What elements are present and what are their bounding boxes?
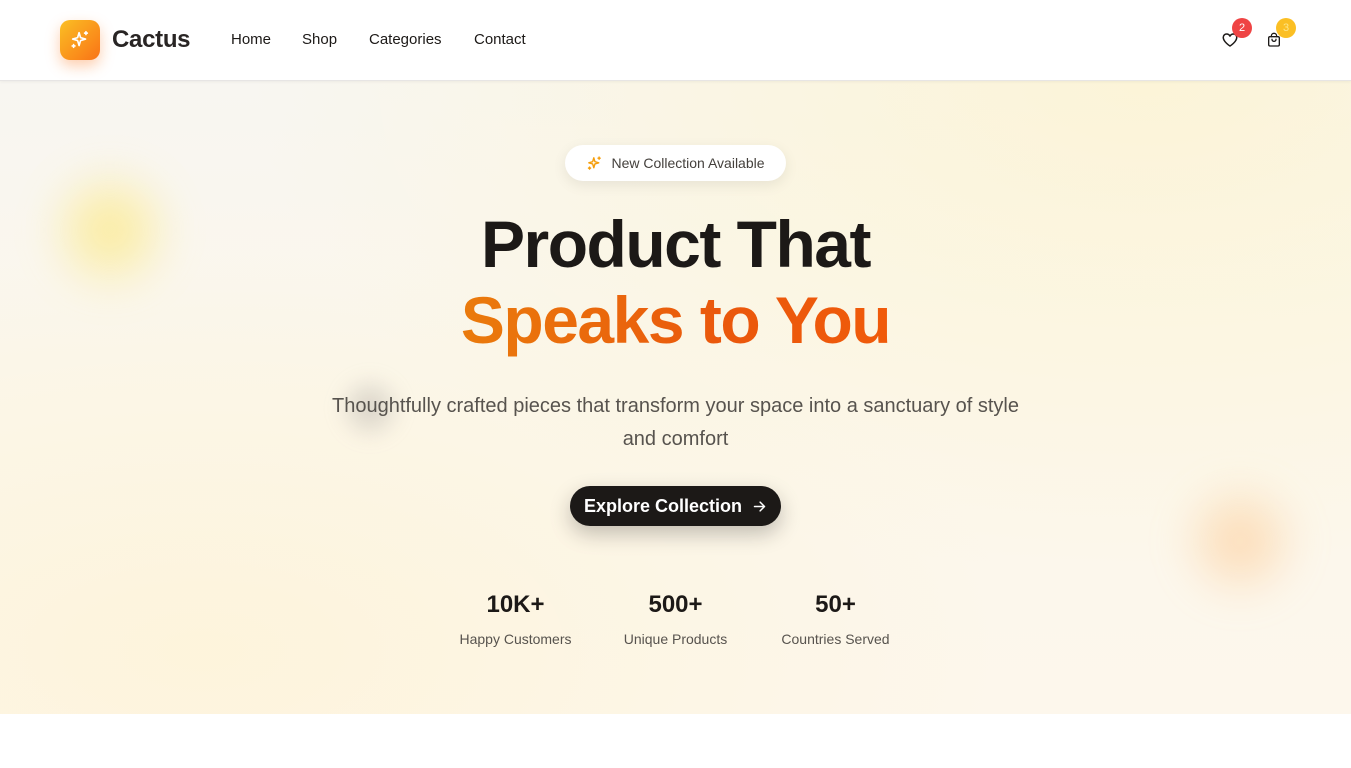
nav-contact[interactable]: Contact: [474, 31, 526, 49]
cart-count-badge: 3: [1276, 18, 1296, 38]
stat-label: Happy Customers: [459, 631, 572, 647]
nav-home[interactable]: Home: [231, 31, 271, 49]
cta-label: Explore Collection: [583, 496, 743, 516]
hero-headline-line2: Speaks to You: [0, 284, 1351, 356]
stat-value: 10K+: [486, 591, 545, 618]
stat-value: 50+: [815, 591, 856, 618]
stat-label: Unique Products: [623, 631, 728, 647]
wishlist-count-badge: 2: [1232, 18, 1252, 38]
hero-section: New Collection Available Product That Sp…: [0, 81, 1351, 714]
stat-value: 500+: [648, 591, 703, 618]
site-header: Cactus Home Shop Categories Contact 2 3: [0, 0, 1351, 81]
hero-headline-line1: Product That: [481, 207, 872, 281]
stat-products: 500+ Unique Products: [615, 591, 736, 647]
stat-countries: 50+ Countries Served: [770, 591, 901, 647]
explore-collection-button[interactable]: Explore Collection: [570, 486, 781, 526]
pill-label: New Collection Available: [611, 155, 765, 171]
sparkles-icon: [588, 155, 602, 170]
sparkles-icon: [71, 30, 89, 49]
new-collection-pill: New Collection Available: [565, 145, 786, 181]
nav-shop[interactable]: Shop: [302, 31, 337, 49]
stat-label: Countries Served: [781, 631, 890, 647]
arrow-right-icon: [753, 500, 766, 512]
logo-badge[interactable]: [60, 20, 100, 60]
hero-headline-highlight: Speaks to You: [460, 283, 892, 357]
brand-name[interactable]: Cactus: [112, 26, 191, 54]
stat-customers: 10K+ Happy Customers: [455, 591, 576, 647]
nav-categories[interactable]: Categories: [369, 31, 442, 49]
decorative-blob: [1180, 481, 1300, 601]
hero-subtitle: Thoughtfully crafted pieces that transfo…: [331, 395, 1019, 450]
